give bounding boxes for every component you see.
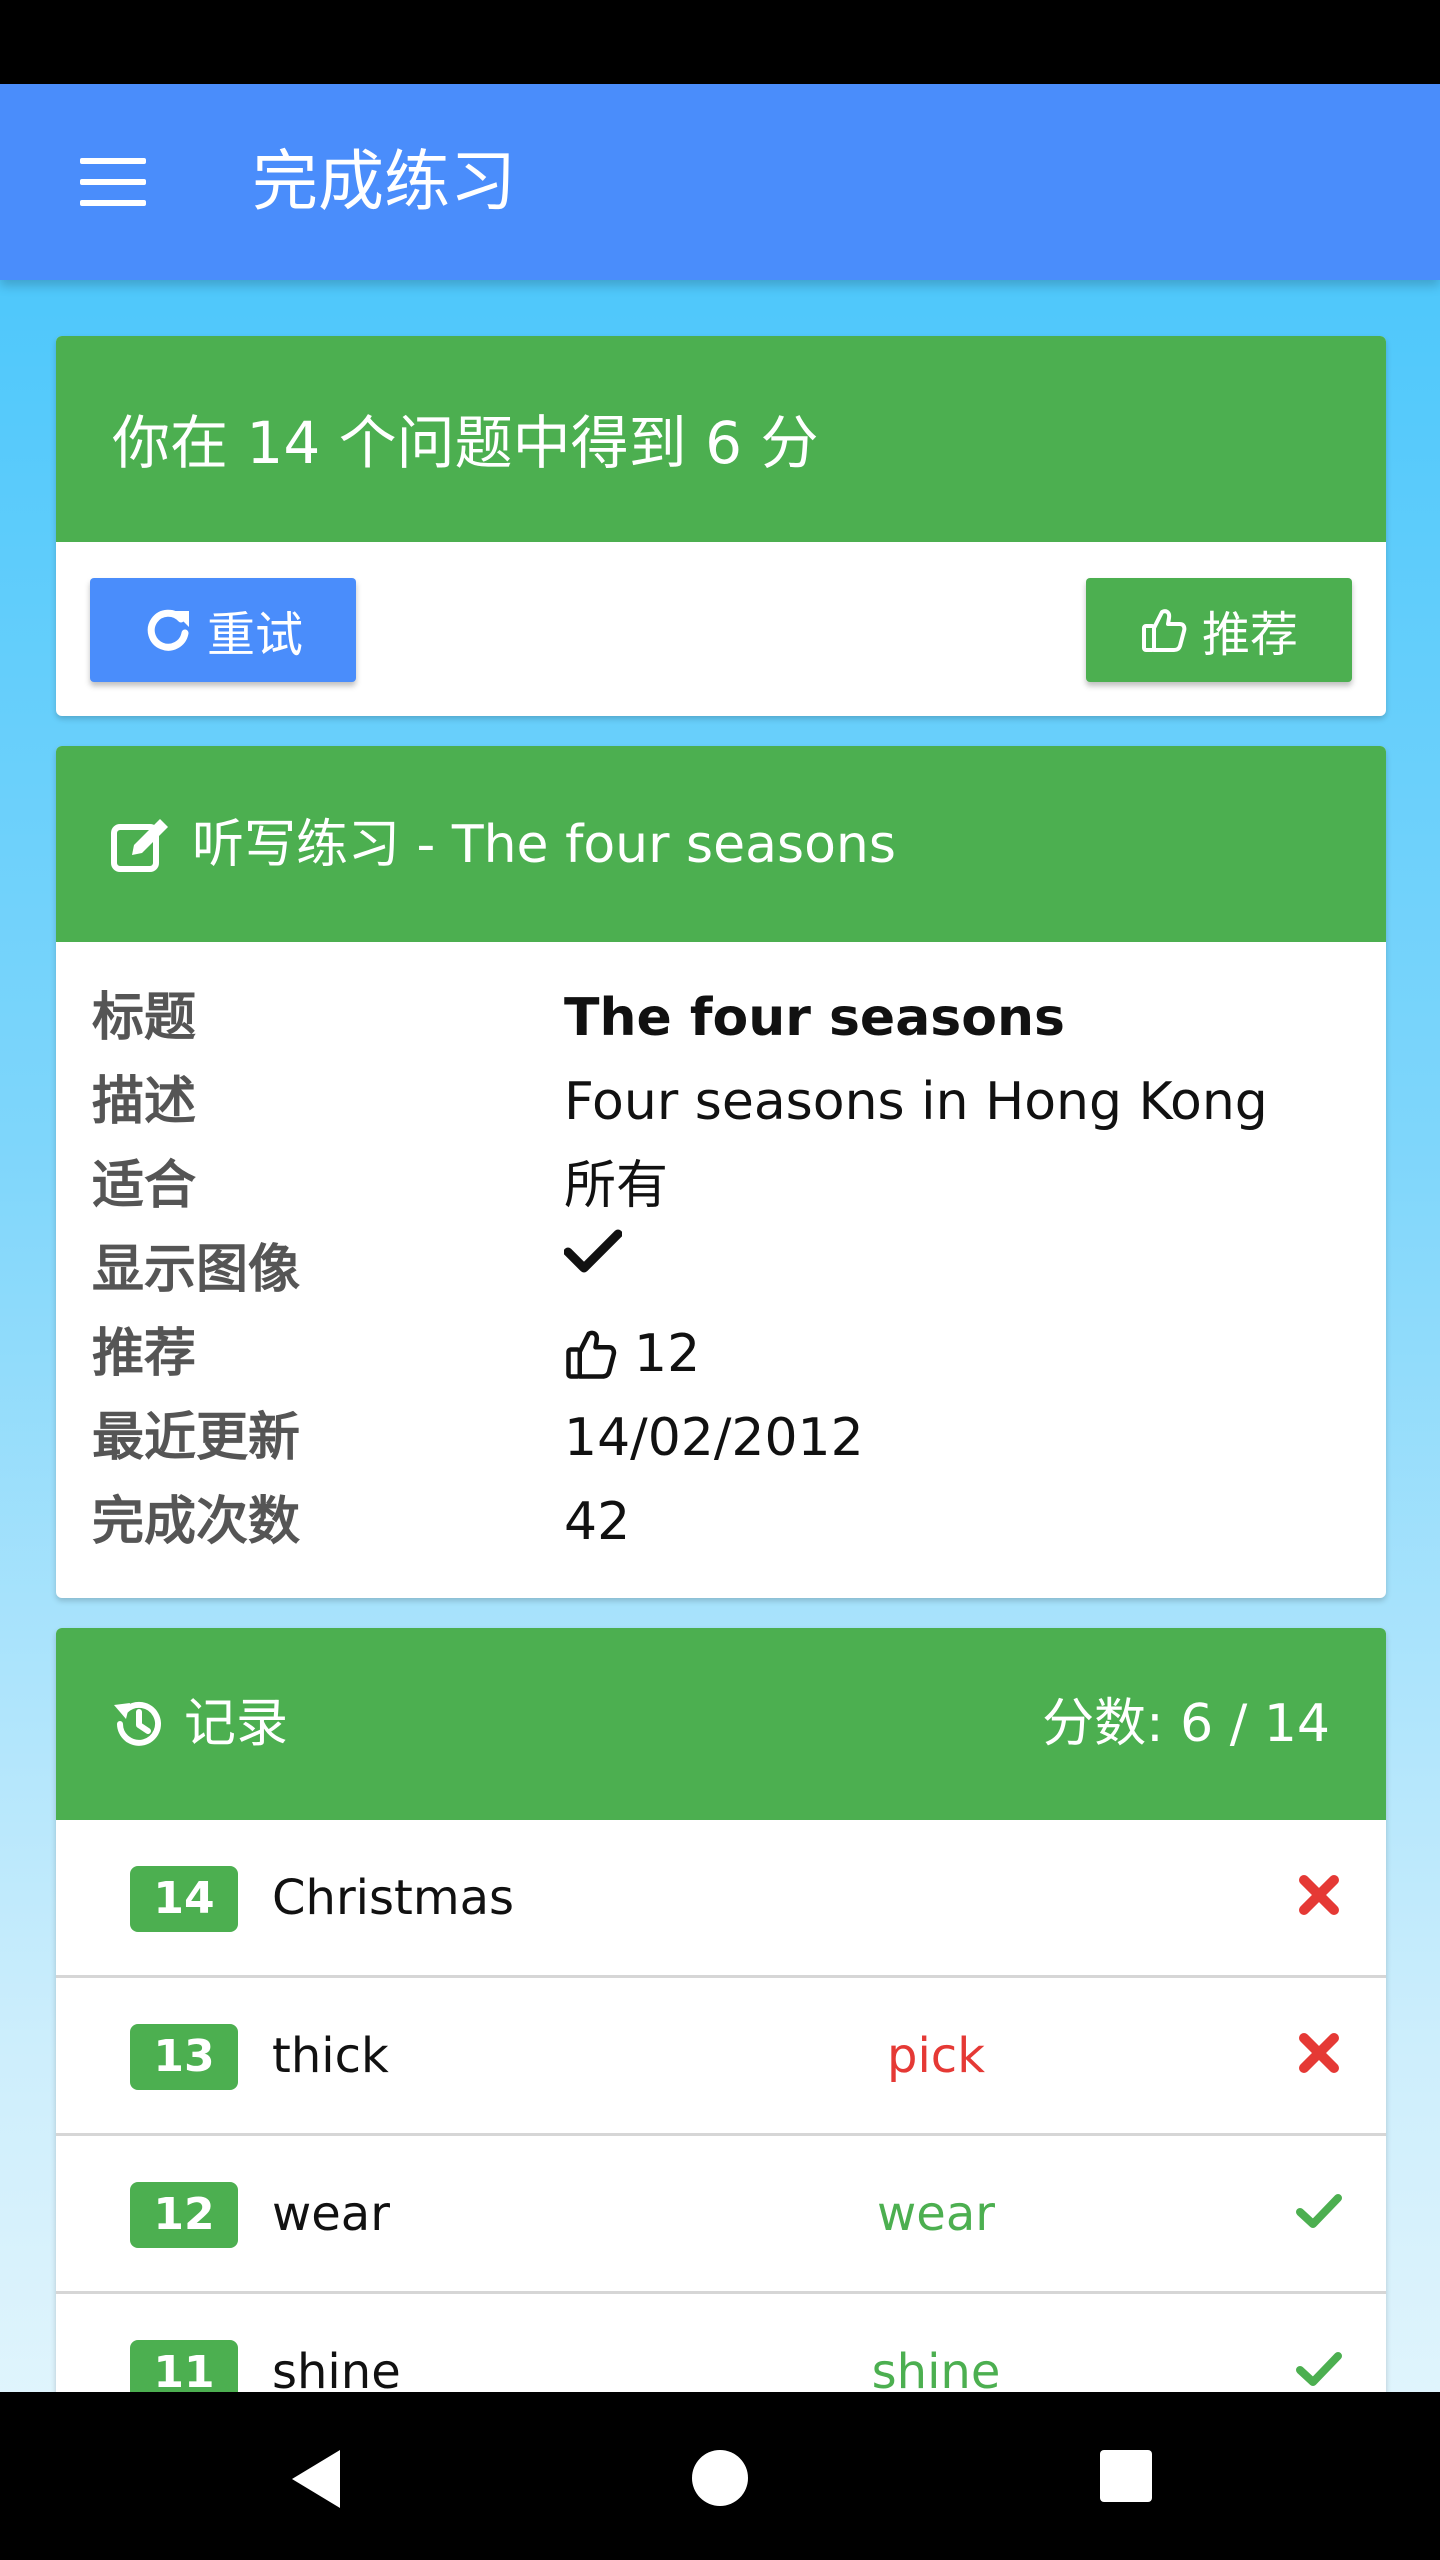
user-answer: wear bbox=[877, 2186, 995, 2242]
question-word: thick bbox=[272, 2028, 389, 2084]
info-label: 完成次数 bbox=[92, 1492, 301, 1552]
app-bar: 完成练习 bbox=[0, 84, 1440, 280]
cross-icon bbox=[1299, 1875, 1339, 1915]
home-circle-icon[interactable] bbox=[690, 2448, 750, 2508]
question-number-badge: 14 bbox=[130, 1866, 238, 1932]
history-header: 记录 分数: 6 / 14 bbox=[56, 1628, 1386, 1820]
redo-icon bbox=[147, 609, 189, 651]
info-value: Four seasons in Hong Kong bbox=[564, 1072, 1268, 1132]
info-row-show-image: 显示图像 bbox=[92, 1228, 1352, 1312]
back-triangle-icon[interactable] bbox=[288, 2448, 344, 2510]
score-summary: 你在 14 个问题中得到 6 分 bbox=[112, 409, 819, 477]
info-value: 42 bbox=[564, 1492, 631, 1552]
info-label: 适合 bbox=[92, 1156, 197, 1216]
info-value: 14/02/2012 bbox=[564, 1408, 864, 1468]
info-row-suitable: 适合 所有 bbox=[92, 1144, 1352, 1228]
question-number-badge: 12 bbox=[130, 2182, 238, 2248]
list-item[interactable]: 14 Christmas bbox=[56, 1820, 1386, 1978]
history-card: 记录 分数: 6 / 14 14 Christmas 13 thick pick… bbox=[56, 1628, 1386, 2428]
score-header: 你在 14 个问题中得到 6 分 bbox=[56, 336, 1386, 542]
info-label: 最近更新 bbox=[92, 1408, 301, 1468]
recommend-label: 推荐 bbox=[1201, 607, 1298, 663]
edit-icon bbox=[111, 819, 168, 872]
info-row-title: 标题 The four seasons bbox=[92, 976, 1352, 1060]
question-number-badge: 13 bbox=[130, 2024, 238, 2090]
history-list: 14 Christmas 13 thick pick 12 wear wear … bbox=[56, 1820, 1386, 2428]
info-value: The four seasons bbox=[564, 988, 1065, 1048]
cross-icon bbox=[1299, 2033, 1339, 2073]
info-label: 描述 bbox=[92, 1072, 197, 1132]
thumbs-up-icon bbox=[566, 1330, 617, 1379]
question-word: Christmas bbox=[272, 1870, 515, 1926]
thumbs-up-icon bbox=[1141, 609, 1187, 652]
hamburger-menu-icon[interactable] bbox=[80, 158, 146, 206]
user-answer: pick bbox=[887, 2028, 985, 2084]
retry-label: 重试 bbox=[206, 607, 303, 663]
check-icon bbox=[1296, 2194, 1342, 2228]
score-card: 你在 14 个问题中得到 6 分 重试 推荐 bbox=[56, 336, 1386, 716]
info-row-recommend: 推荐 12 bbox=[92, 1312, 1352, 1396]
info-table: 标题 The four seasons 描述 Four seasons in H… bbox=[92, 976, 1352, 1564]
list-item[interactable]: 13 thick pick bbox=[56, 1978, 1386, 2136]
info-value: 所有 bbox=[564, 1156, 669, 1216]
history-title: 记录 bbox=[184, 1694, 289, 1754]
check-icon bbox=[564, 1229, 622, 1273]
status-bar bbox=[0, 0, 1440, 84]
navigation-bar bbox=[0, 2392, 1440, 2560]
recents-square-icon[interactable] bbox=[1098, 2448, 1154, 2504]
history-icon bbox=[114, 1701, 161, 1746]
exercise-info-card: 听写练习 - The four seasons 标题 The four seas… bbox=[56, 746, 1386, 1598]
retry-button[interactable]: 重试 bbox=[90, 578, 356, 682]
info-row-completions: 完成次数 42 bbox=[92, 1480, 1352, 1564]
list-item[interactable]: 12 wear wear bbox=[56, 2136, 1386, 2294]
info-value: 12 bbox=[564, 1312, 700, 1396]
info-label: 标题 bbox=[92, 988, 197, 1048]
history-score: 分数: 6 / 14 bbox=[1042, 1694, 1330, 1754]
question-word: wear bbox=[272, 2186, 390, 2242]
exercise-title: 听写练习 - The four seasons bbox=[192, 815, 896, 875]
info-value bbox=[564, 1228, 622, 1274]
recommend-button[interactable]: 推荐 bbox=[1086, 578, 1352, 682]
recommend-count: 12 bbox=[634, 1324, 701, 1384]
info-row-last-updated: 最近更新 14/02/2012 bbox=[92, 1396, 1352, 1480]
info-row-description: 描述 Four seasons in Hong Kong bbox=[92, 1060, 1352, 1144]
exercise-info-header: 听写练习 - The four seasons bbox=[56, 746, 1386, 942]
info-label: 显示图像 bbox=[92, 1240, 301, 1300]
info-label: 推荐 bbox=[92, 1324, 197, 1384]
app-title: 完成练习 bbox=[252, 143, 516, 220]
check-icon bbox=[1296, 2352, 1342, 2386]
